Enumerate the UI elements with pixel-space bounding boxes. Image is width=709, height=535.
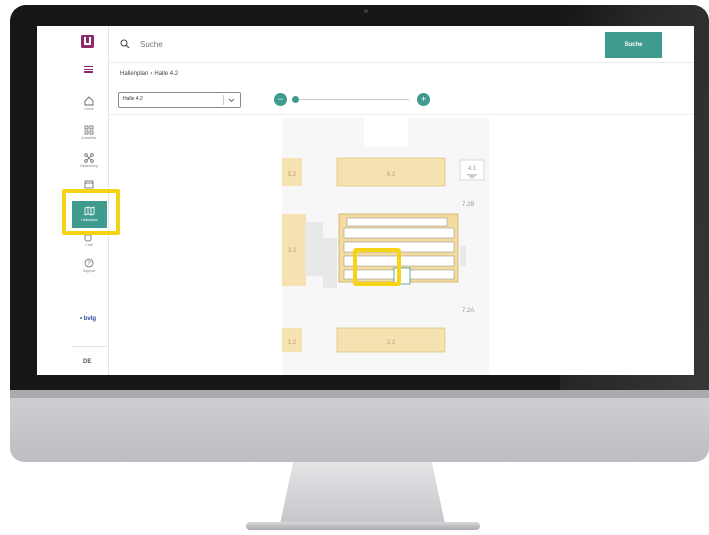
search-icon [120,39,130,49]
svg-text:?: ? [87,261,91,267]
hall-select-value: Halle 4.2 [123,96,143,102]
breadcrumb-separator: › [150,71,153,77]
map-label-1-2: 1.2 [288,340,297,346]
app-logo[interactable] [81,35,94,48]
sidebar-item-label: Home [84,107,94,111]
breadcrumb: Hallenplan › Halle 4.2 [120,71,178,77]
monitor-chin [10,390,709,462]
map-label-6-2: 6.2 [387,172,396,178]
hall-select-divider [223,95,224,105]
sidebar-item-label: Networking [80,164,98,168]
sidebar-item-label: Support [82,269,96,273]
monitor-chin-edge [10,390,709,398]
monitor-stand [280,462,445,524]
sidebar-item-aussteller[interactable]: Aussteller [78,125,100,140]
search-input[interactable] [138,35,542,53]
app-screen: Home Aussteller Networking Hallenplan Ca… [37,26,694,375]
toolbar-divider [108,114,694,115]
grid-icon [84,125,94,135]
breadcrumb-current: Halle 4.2 [154,71,179,77]
menu-icon[interactable] [84,66,93,73]
map-corridor [323,238,337,288]
map-label-2-2: 2.2 [387,340,396,346]
sidebar-item-label: Aussteller [81,136,97,140]
language-divider [72,346,107,347]
breadcrumb-root[interactable]: Hallenplan [120,71,148,77]
help-icon: ? [84,258,94,268]
networking-icon [84,153,94,163]
sidebar-item-calendar[interactable] [78,179,100,189]
sidebar-item-support[interactable]: ? Support [78,258,100,273]
hall-select[interactable]: Halle 4.2 [118,92,241,108]
sidebar-item-home[interactable]: Home [78,96,100,111]
partner-logo: • bvlg [80,316,97,322]
zoom-out-button[interactable]: − [274,93,287,106]
hall-map[interactable]: 5.2 6.2 4.1 7.2B 3.2 7.2A 1.2 2.2 [282,118,489,375]
home-icon [84,96,94,106]
camera [364,9,368,13]
map-corridor [460,246,466,266]
zoom-slider-thumb[interactable] [292,96,299,103]
zoom-in-button[interactable]: + [417,93,430,106]
map-label-4-1: 4.1 [468,166,477,172]
map-entrance [364,118,408,146]
map-label-3-2: 3.2 [288,248,297,254]
sidebar-item-networking[interactable]: Networking [78,153,100,168]
top-search-bar: Suche [108,26,694,63]
highlight-selected-booth [353,248,401,286]
language-switcher[interactable]: DE [83,359,91,365]
map-booth-row[interactable] [346,217,448,227]
chevron-down-icon [228,98,235,103]
map-booth-row[interactable] [343,227,455,239]
search-button[interactable]: Suche [605,32,662,58]
map-label-7-2b: 7.2B [462,202,474,208]
sidebar-item-cafe[interactable]: Café [78,233,100,247]
map-label-7-2a: 7.2A [462,308,474,314]
map-label-5-2: 5.2 [288,172,297,178]
calendar-icon [84,180,94,189]
hall-map-canvas[interactable]: 5.2 6.2 4.1 7.2B 3.2 7.2A 1.2 2.2 [282,118,489,375]
monitor-foot [246,522,480,530]
highlight-hallenplan-nav [62,189,120,235]
map-corridor [305,222,323,276]
sidebar-item-label: Café [85,243,93,247]
zoom-slider-track[interactable] [293,99,409,100]
